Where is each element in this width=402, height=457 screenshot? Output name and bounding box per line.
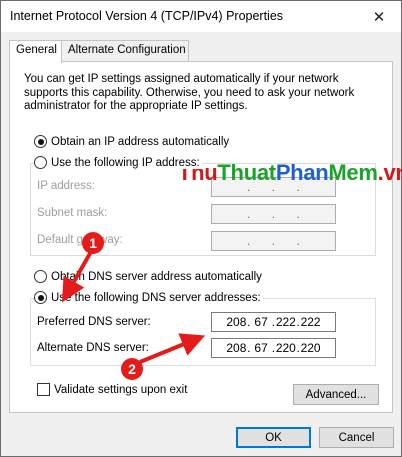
obtain-ip-auto-radio[interactable]: Obtain an IP address automatically xyxy=(34,135,232,148)
ok-button[interactable]: OK xyxy=(236,427,311,448)
use-following-ip-label: Use the following IP address: xyxy=(51,156,200,169)
radio-indicator xyxy=(34,270,47,283)
subnet-mask-label: Subnet mask: xyxy=(37,207,108,219)
obtain-dns-auto-label: Obtain DNS server address automatically xyxy=(51,270,262,283)
checkbox-indicator xyxy=(37,383,50,396)
window-title: Internet Protocol Version 4 (TCP/IPv4) P… xyxy=(10,9,284,23)
preferred-dns-input[interactable]: 208. 67. 222. 222 xyxy=(211,312,336,332)
close-icon: ✕ xyxy=(372,8,386,26)
obtain-ip-auto-label: Obtain an IP address automatically xyxy=(51,135,230,148)
default-gateway-label: Default gateway: xyxy=(37,234,123,246)
annotation-marker-1: 1 xyxy=(82,232,104,254)
watermark-part-3: Phan xyxy=(275,160,329,185)
general-panel: You can get IP settings assigned automat… xyxy=(9,61,393,413)
description-clip: You can get IP settings assigned automat… xyxy=(10,62,394,112)
validate-settings-label: Validate settings upon exit xyxy=(54,383,188,396)
tab-alternate-configuration[interactable]: Alternate Configuration xyxy=(61,40,189,62)
annotation-marker-2: 2 xyxy=(121,358,143,380)
preferred-dns-label: Preferred DNS server: xyxy=(37,316,151,328)
use-following-dns-label: Use the following DNS server addresses: xyxy=(51,291,261,304)
properties-dialog: Internet Protocol Version 4 (TCP/IPv4) P… xyxy=(0,0,402,457)
watermark-part-5: .vn xyxy=(377,160,402,185)
title-bar: Internet Protocol Version 4 (TCP/IPv4) P… xyxy=(1,1,401,32)
description-text: You can get IP settings assigned automat… xyxy=(24,73,355,112)
use-following-ip-radio[interactable]: Use the following IP address: xyxy=(34,156,202,169)
radio-indicator xyxy=(34,156,47,169)
subnet-mask-input: . . . xyxy=(211,204,336,224)
close-button[interactable]: ✕ xyxy=(357,1,401,32)
use-following-dns-radio[interactable]: Use the following DNS server addresses: xyxy=(34,291,263,304)
default-gateway-input: . . . xyxy=(211,231,336,251)
validate-settings-checkbox[interactable]: Validate settings upon exit xyxy=(37,383,187,396)
radio-indicator xyxy=(34,291,47,304)
advanced-button[interactable]: Advanced... xyxy=(293,384,379,405)
cancel-button[interactable]: Cancel xyxy=(319,427,394,448)
ip-address-label: IP address: xyxy=(37,180,95,192)
radio-indicator xyxy=(34,135,47,148)
alternate-dns-label: Alternate DNS server: xyxy=(37,342,149,354)
tab-general[interactable]: General xyxy=(9,40,62,63)
watermark-part-2: Thuat xyxy=(217,160,276,185)
obtain-dns-auto-radio[interactable]: Obtain DNS server address automatically xyxy=(34,270,264,283)
watermark-part-4: Mem xyxy=(328,160,378,185)
alternate-dns-input[interactable]: 208. 67. 220. 220 xyxy=(211,338,336,358)
watermark-logo: ThuThuatPhanMem.vn xyxy=(178,160,402,186)
